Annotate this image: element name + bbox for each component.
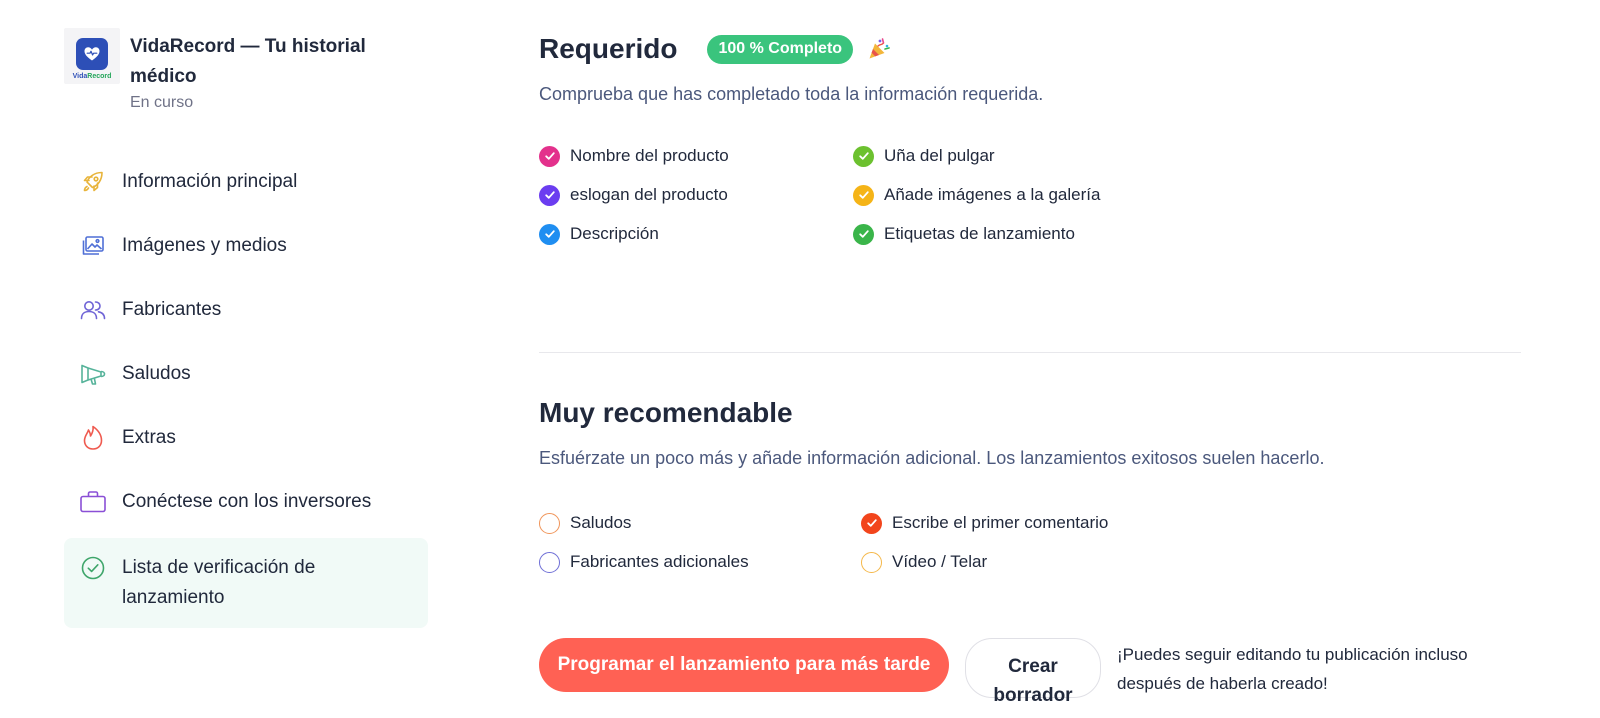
- sidebar-item-main-info[interactable]: Información principal: [64, 150, 428, 214]
- launch-actions: Programar el lanzamiento para más tarde …: [539, 638, 1539, 718]
- recommended-checklist: Saludos Fabricantes adicionales Escribe …: [539, 507, 1521, 577]
- checkmark-icon: [853, 184, 874, 206]
- section-description: Esfuérzate un poco más y añade informaci…: [539, 448, 1325, 468]
- checkmark-icon: [861, 512, 882, 534]
- checklist-item-label: Escribe el primer comentario: [892, 513, 1109, 532]
- checklist-item-label: Uña del pulgar: [884, 146, 995, 165]
- checklist-item[interactable]: Uña del pulgar: [853, 143, 995, 169]
- sidebar-item-label: Lista de verificación de lanzamiento: [122, 557, 316, 608]
- checkmark-icon: [539, 145, 560, 167]
- checklist-item-label: eslogan del producto: [570, 185, 728, 204]
- checklist-item-label: Fabricantes adicionales: [570, 552, 749, 571]
- checklist-item[interactable]: Descripción: [539, 221, 659, 247]
- party-popper-icon: [867, 37, 891, 61]
- sidebar-item-label: Extras: [122, 427, 176, 448]
- sidebar-item-greetings[interactable]: Saludos: [64, 342, 428, 406]
- sidebar-item-investors[interactable]: Conéctese con los inversores: [64, 470, 428, 534]
- sidebar-item-label: Información principal: [122, 171, 298, 192]
- checklist-item-label: Vídeo / Telar: [892, 552, 988, 571]
- required-checklist: Nombre del producto eslogan del producto…: [539, 143, 1521, 273]
- checklist-item-label: Saludos: [570, 513, 632, 532]
- checkmark-icon: [539, 223, 560, 245]
- empty-circle-icon: [861, 551, 882, 573]
- briefcase-icon: [78, 487, 108, 517]
- empty-circle-icon: [539, 551, 560, 573]
- sidebar-item-label: Fabricantes: [122, 299, 222, 320]
- checklist-item[interactable]: Vídeo / Telar: [861, 549, 987, 575]
- checkmark-icon: [853, 223, 874, 245]
- checkmark-icon: [853, 145, 874, 167]
- checklist-item-label: Nombre del producto: [570, 146, 729, 165]
- check-circle-icon: [78, 553, 108, 583]
- section-title: Muy recomendable: [539, 397, 793, 428]
- checklist-item[interactable]: Nombre del producto: [539, 143, 729, 169]
- required-section: Requerido 100 % Completo Comprueba que h…: [539, 28, 1521, 273]
- sidebar-item-extras[interactable]: Extras: [64, 406, 428, 470]
- sidebar-item-label: Conéctese con los inversores: [122, 491, 372, 512]
- create-draft-label: Crear borrador: [993, 656, 1073, 706]
- empty-circle-icon: [539, 512, 560, 534]
- rocket-icon: [78, 167, 108, 197]
- app-title: VidaRecord — Tu historial médico: [130, 36, 366, 87]
- sidebar-item-label: Saludos: [122, 363, 191, 384]
- megaphone-icon: [78, 359, 108, 389]
- section-divider: [539, 352, 1521, 353]
- heart-logo-icon: [76, 38, 108, 70]
- sidebar-item-label: Imágenes y medios: [122, 235, 287, 256]
- sidebar-item-launch-checklist[interactable]: Lista de verificación de lanzamiento: [64, 538, 428, 628]
- checklist-item[interactable]: Añade imágenes a la galería: [853, 182, 1100, 208]
- images-icon: [78, 231, 108, 261]
- checklist-item[interactable]: Saludos: [539, 510, 631, 536]
- checklist-item[interactable]: Etiquetas de lanzamiento: [853, 221, 1075, 247]
- checklist-item-label: Descripción: [570, 224, 659, 243]
- completion-badge: 100 % Completo: [707, 34, 854, 64]
- recommended-section: Muy recomendable Esfuérzate un poco más …: [539, 392, 1521, 577]
- app-logo: VidaRecord: [64, 28, 120, 84]
- checklist-item[interactable]: Fabricantes adicionales: [539, 549, 749, 575]
- app-status: En curso: [130, 94, 194, 111]
- sidebar-item-images[interactable]: Imágenes y medios: [64, 214, 428, 278]
- sidebar-item-makers[interactable]: Fabricantes: [64, 278, 428, 342]
- checkmark-icon: [539, 184, 560, 206]
- checklist-item[interactable]: Escribe el primer comentario: [861, 510, 1108, 536]
- users-icon: [78, 295, 108, 325]
- checklist-item-label: Etiquetas de lanzamiento: [884, 224, 1075, 243]
- checklist-item-label: Añade imágenes a la galería: [884, 185, 1101, 204]
- edit-note: ¡Puedes seguir editando tu publicación i…: [1117, 645, 1468, 693]
- checklist-item[interactable]: eslogan del producto: [539, 182, 728, 208]
- section-title: Requerido: [539, 33, 678, 64]
- section-description: Comprueba que has completado toda la inf…: [539, 84, 1044, 104]
- sidebar-nav: Información principal Imágenes y medios …: [64, 150, 428, 628]
- flame-icon: [78, 423, 108, 453]
- logo-wordmark: VidaRecord: [72, 73, 112, 80]
- create-draft-button[interactable]: Crear borrador: [965, 638, 1101, 706]
- schedule-launch-button[interactable]: Programar el lanzamiento para más tarde: [539, 638, 949, 692]
